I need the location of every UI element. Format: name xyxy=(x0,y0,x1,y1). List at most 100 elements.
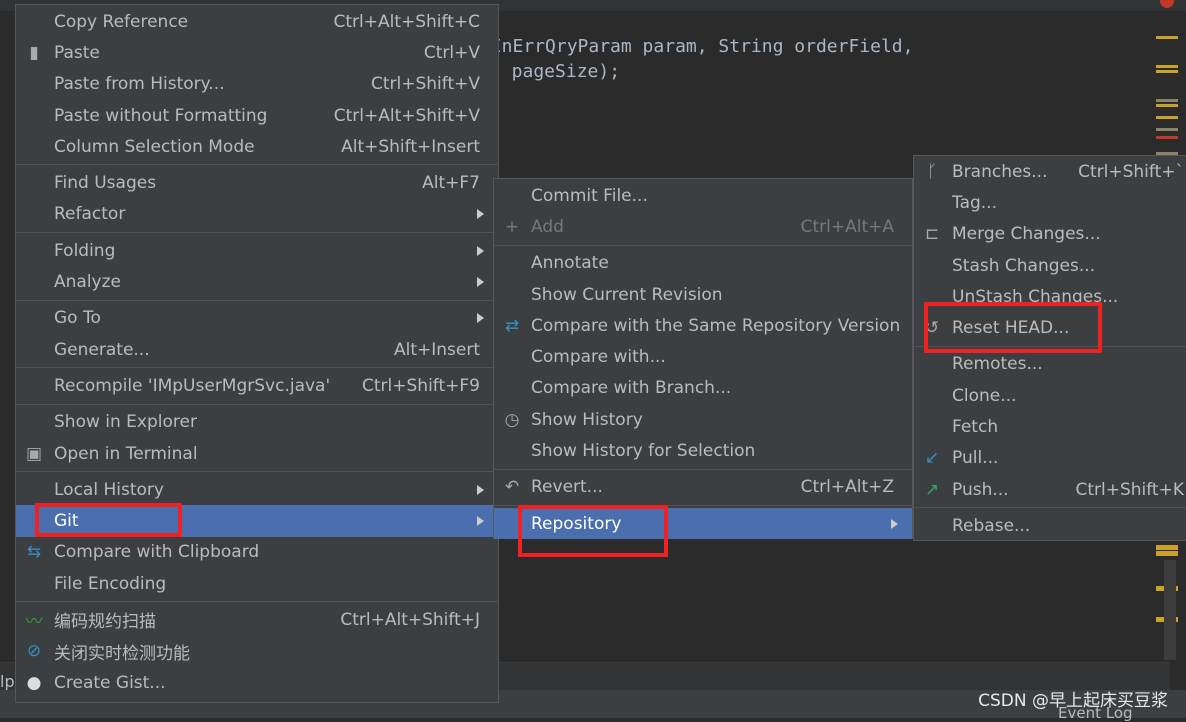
menu-item-shortcut: Ctrl+Alt+Shift+C xyxy=(333,11,480,32)
menu-item-merge-changes[interactable]: ⊏ Merge Changes... xyxy=(914,219,1186,250)
menu-item-show-in-explorer[interactable]: Show in Explorer xyxy=(16,407,498,438)
menu-item-clone[interactable]: Clone... xyxy=(914,380,1186,411)
menu-item-item-26[interactable]: ⊘ 关闭实时检测功能 xyxy=(16,636,498,667)
compare-icon: ⇄ xyxy=(504,315,520,336)
github-icon: ● xyxy=(26,672,42,693)
menu-item-compare-with-branch[interactable]: Compare with Branch... xyxy=(494,373,912,404)
menu-item-column-selection-mode[interactable]: Column Selection Mode Alt+Shift+Insert xyxy=(16,131,498,162)
menu-item-annotate[interactable]: Annotate xyxy=(494,248,912,279)
menu-item-file-encoding[interactable]: File Encoding xyxy=(16,568,498,599)
menu-item-create-gist[interactable]: ● Create Gist... xyxy=(16,667,498,698)
menu-item-label: Add xyxy=(531,216,564,237)
menu-item-branches[interactable]: ᚴ Branches... Ctrl+Shift+` xyxy=(914,156,1186,187)
menu-item-revert[interactable]: ↶ Revert... Ctrl+Alt+Z xyxy=(494,472,912,503)
menu-item-label: Show History xyxy=(531,409,643,430)
menu-item-label: Compare with the Same Repository Version xyxy=(531,315,901,336)
code-text: gInErrQryParam param, String orderField, xyxy=(480,36,914,57)
code-line[interactable]: : pageSize); xyxy=(490,61,620,82)
menu-item-label: Copy Reference xyxy=(54,11,189,32)
menu-item-compare-with-the-same-repository-version[interactable]: ⇄ Compare with the Same Repository Versio… xyxy=(494,310,912,341)
menu-item-label: Remotes... xyxy=(952,354,1043,375)
scroll-marker[interactable] xyxy=(1156,551,1178,556)
menu-item-go-to[interactable]: Go To xyxy=(16,303,498,334)
menu-item-label: Merge Changes... xyxy=(952,224,1101,245)
menu-item-open-in-terminal[interactable]: ▣ Open in Terminal xyxy=(16,438,498,469)
annotation-box-reset-head xyxy=(924,302,1102,353)
annotation-box-git xyxy=(35,503,182,537)
scroll-marker[interactable] xyxy=(1156,128,1178,131)
menu-item-label: Generate... xyxy=(54,339,150,360)
scroll-marker[interactable] xyxy=(1156,545,1178,550)
menu-item-show-current-revision[interactable]: Show Current Revision xyxy=(494,279,912,310)
menu-item-label: Go To xyxy=(54,308,101,329)
plus-icon: + xyxy=(504,216,520,237)
menu-item-recompile-impusermgrsvc-java[interactable]: Recompile 'IMpUserMgrSvc.java' Ctrl+Shift… xyxy=(16,370,498,401)
scroll-marker[interactable] xyxy=(1156,70,1178,73)
menu-item-shortcut: Ctrl+V xyxy=(423,42,480,63)
menu-item-compare-with[interactable]: Compare with... xyxy=(494,341,912,372)
menu-item-refactor[interactable]: Refactor xyxy=(16,199,498,230)
menu-item-item-25[interactable]: 〰编码规约扫描 Ctrl+Alt+Shift+J xyxy=(16,604,498,635)
menu-item-find-usages[interactable]: Find Usages Alt+F7 xyxy=(16,167,498,198)
menu-item-copy-reference[interactable]: Copy Reference Ctrl+Alt+Shift+C xyxy=(16,6,498,37)
menu-item-label: Pull... xyxy=(952,448,999,469)
menu-item-add[interactable]: + Add Ctrl+Alt+A xyxy=(494,211,912,242)
menu-item-folding[interactable]: Folding xyxy=(16,235,498,266)
menu-item-compare-with-clipboard[interactable]: ⇆ Compare with Clipboard xyxy=(16,537,498,568)
menu-item-label: Compare with... xyxy=(531,347,666,368)
menu-item-tag[interactable]: Tag... xyxy=(914,187,1186,218)
pull-icon: ↙ xyxy=(924,448,940,469)
menu-item-label: Paste without Formatting xyxy=(54,105,268,126)
push-icon: ↗ xyxy=(924,479,940,500)
scroll-marker[interactable] xyxy=(1156,116,1178,119)
annotation-box-repository xyxy=(518,505,668,557)
menu-item-generate[interactable]: Generate... Alt+Insert xyxy=(16,334,498,365)
menu-item-label: Recompile 'IMpUserMgrSvc.java' xyxy=(54,375,331,396)
git-submenu: Commit File... + Add Ctrl+Alt+A Annotate Show… xyxy=(493,178,913,540)
menu-item-stash-changes[interactable]: Stash Changes... xyxy=(914,250,1186,281)
scroll-marker[interactable] xyxy=(1156,136,1178,139)
clock-icon: ◷ xyxy=(504,409,520,430)
menu-item-fetch[interactable]: Fetch xyxy=(914,411,1186,442)
menu-item-remotes[interactable]: Remotes... xyxy=(914,349,1186,380)
menu-item-show-history[interactable]: ◷ Show History xyxy=(494,404,912,435)
menu-item-rebase[interactable]: Rebase... xyxy=(914,510,1186,541)
menu-item-paste[interactable]: ▮ Paste Ctrl+V xyxy=(16,37,498,68)
vertical-scrollbar[interactable] xyxy=(1164,560,1176,660)
scroll-marker[interactable] xyxy=(1156,104,1178,107)
menu-item-local-history[interactable]: Local History xyxy=(16,474,498,505)
menu-item-paste-from-history[interactable]: Paste from History... Ctrl+Shift+V xyxy=(16,69,498,100)
menu-item-shortcut: Ctrl+Shift+` xyxy=(1078,161,1184,182)
menu-item-analyze[interactable]: Analyze xyxy=(16,266,498,297)
menu-item-label: Show History for Selection xyxy=(531,441,756,462)
menu-item-push[interactable]: ↗ Push... Ctrl+Shift+K xyxy=(914,474,1186,505)
menu-item-label: Find Usages xyxy=(54,173,157,194)
menu-item-label: Commit File... xyxy=(531,185,648,206)
menu-item-shortcut: Alt+F7 xyxy=(422,173,480,194)
menu-item-commit-file[interactable]: Commit File... xyxy=(494,180,912,211)
menu-item-label: Paste xyxy=(54,42,100,63)
menu-item-shortcut: Ctrl+Alt+Shift+V xyxy=(333,105,480,126)
scroll-marker[interactable] xyxy=(1156,65,1178,68)
scroll-marker[interactable] xyxy=(1156,99,1178,102)
code-line[interactable]: gInErrQryParam param, String orderField, xyxy=(480,36,913,57)
menu-item-label: Refactor xyxy=(54,204,126,225)
scroll-marker[interactable] xyxy=(1156,36,1178,39)
menu-item-show-history-for-selection[interactable]: Show History for Selection xyxy=(494,435,912,466)
menu-item-shortcut: Ctrl+Alt+Shift+J xyxy=(340,609,480,630)
menu-item-label: Open in Terminal xyxy=(54,443,198,464)
left-panel-fragment: lp xyxy=(0,672,15,691)
menu-item-label: Show Current Revision xyxy=(531,284,723,305)
menu-item-label: Fetch xyxy=(952,417,999,438)
merge-icon: ⊏ xyxy=(924,224,940,245)
menu-item-shortcut: Ctrl+Alt+Z xyxy=(800,477,894,498)
revert-icon: ↶ xyxy=(504,477,520,498)
menu-item-paste-without-formatting[interactable]: Paste without Formatting Ctrl+Alt+Shift+V xyxy=(16,100,498,131)
menu-item-label: Stash Changes... xyxy=(952,255,1096,276)
menu-item-pull[interactable]: ↙ Pull... xyxy=(914,443,1186,474)
submenu-arrow-icon xyxy=(477,516,484,527)
menu-item-shortcut: Ctrl+Alt+A xyxy=(800,216,894,237)
menu-item-label: Create Gist... xyxy=(54,672,166,693)
compare-clipboard-icon: ⇆ xyxy=(26,542,42,563)
menu-item-label: File Encoding xyxy=(54,573,167,594)
